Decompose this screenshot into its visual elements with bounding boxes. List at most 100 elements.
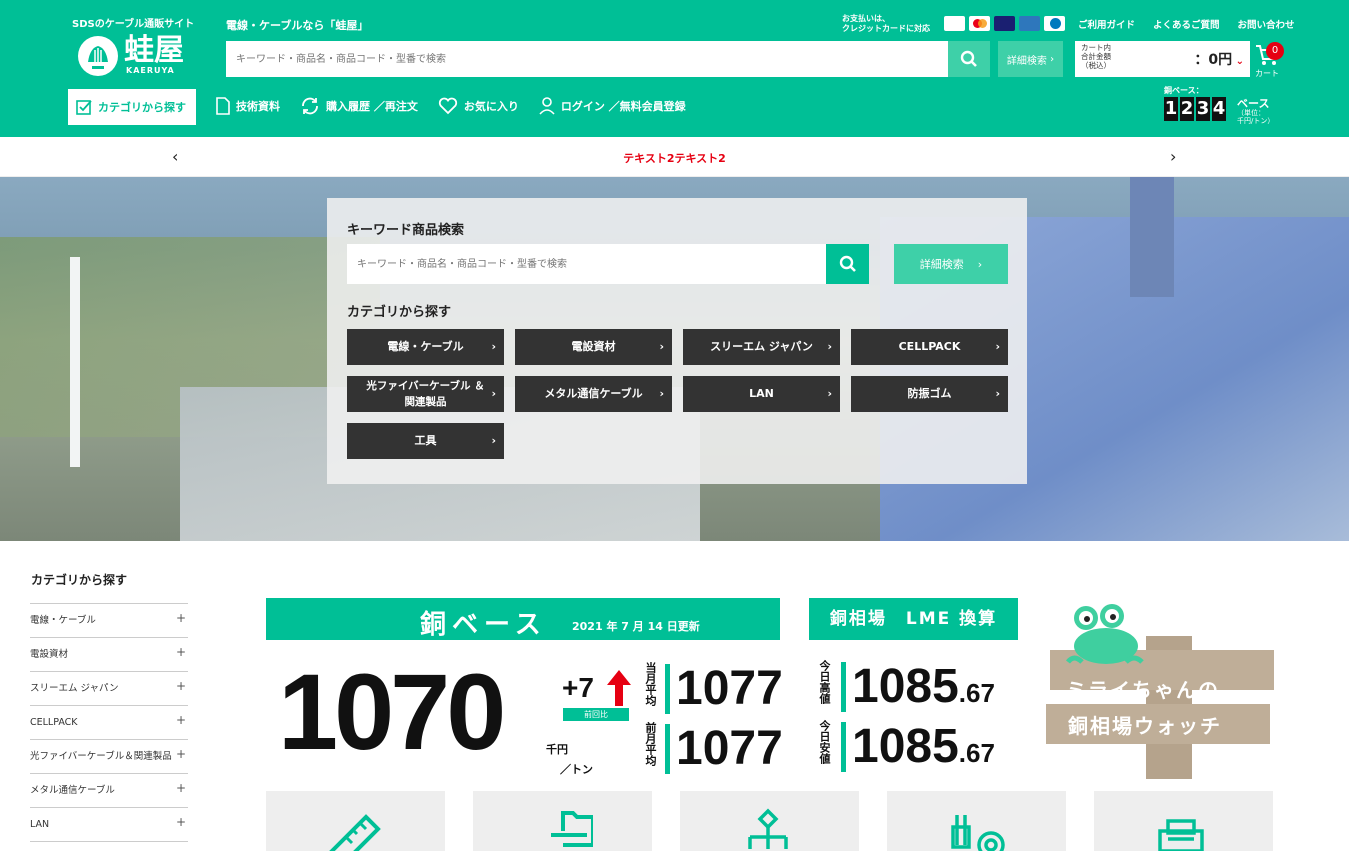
copper-base-mini-label: 銅ベース： xyxy=(1164,86,1204,95)
logo-tagline: SDSのケーブル通販サイト xyxy=(72,19,195,30)
site-logo[interactable]: 蛙屋 KAERUYA xyxy=(78,34,188,78)
plus-icon[interactable]: + xyxy=(176,611,186,625)
sidebar-item-label: LAN xyxy=(30,819,50,830)
last-month-avg-label: 前月平均 xyxy=(644,722,657,766)
category-button[interactable]: スリーエム ジャパン › xyxy=(683,329,840,365)
lme-title: 銅相場 LME 換算 xyxy=(809,598,1018,640)
category-button[interactable]: CELLPACK › xyxy=(851,329,1008,365)
category-button[interactable]: 光ファイバーケーブル ＆関連製品 › xyxy=(347,376,504,412)
cart-amount: ：0円 ⌄ xyxy=(1194,49,1244,69)
nav-login[interactable]: ログイン ／無料会員登録 xyxy=(539,96,686,116)
plus-icon[interactable]: + xyxy=(176,679,186,693)
notice-bar: ‹ テキスト2テキスト2 › xyxy=(0,137,1349,177)
stat-bar xyxy=(665,664,670,714)
today-low-value: 1085.67 xyxy=(852,722,995,778)
chevron-right-icon: › xyxy=(491,434,496,447)
plus-icon[interactable]: + xyxy=(176,747,186,761)
sidebar-item[interactable]: CELLPACK + xyxy=(30,706,188,740)
detail-search-label: 詳細検索 xyxy=(1006,55,1047,67)
mirai-copper-watch-banner[interactable]: ミライちゃんの 銅相場ウォッチ xyxy=(1046,604,1274,779)
sidebar-item[interactable]: LAN + xyxy=(30,808,188,842)
category-button[interactable]: 電設資材 › xyxy=(515,329,672,365)
feature-tile[interactable] xyxy=(473,791,652,851)
copper-digit: 2 xyxy=(1180,97,1194,121)
sidebar-item[interactable]: スリーエム ジャパン + xyxy=(30,672,188,706)
category-button-label: 電線・ケーブル xyxy=(387,340,464,353)
sidebar-item[interactable]: 電線・ケーブル + xyxy=(30,604,188,638)
search-icon xyxy=(960,50,977,67)
copper-unit-2: 千円/トン） xyxy=(1237,117,1275,125)
frog-mascot-icon xyxy=(1066,604,1144,664)
folders-icon xyxy=(551,811,593,847)
category-button[interactable]: 防振ゴム › xyxy=(851,376,1008,412)
hero-tower-image xyxy=(1130,177,1174,297)
keyword-search-title: キーワード商品検索 xyxy=(347,223,465,238)
header-search-button[interactable] xyxy=(948,41,990,77)
chevron-right-icon: › xyxy=(491,387,496,400)
this-month-avg-value: 1077 xyxy=(676,662,783,715)
hero-search-button[interactable] xyxy=(826,244,869,284)
notice-text[interactable]: テキスト2テキスト2 xyxy=(0,150,1349,166)
copper-base-unit-2: ／トン xyxy=(560,763,593,776)
copper-unit-1: （単位： xyxy=(1237,109,1265,117)
search-icon xyxy=(839,255,856,272)
sidebar-item[interactable]: メタル通信ケーブル + xyxy=(30,774,188,808)
guide-link[interactable]: ご利用ガイド xyxy=(1078,17,1135,31)
today-high-int: 1085 xyxy=(852,660,959,713)
stat-bar xyxy=(665,724,670,774)
nav-category-button[interactable]: カテゴリから探す xyxy=(68,89,196,125)
category-button[interactable]: 電線・ケーブル › xyxy=(347,329,504,365)
plus-icon[interactable]: + xyxy=(176,815,186,829)
hero-search-input[interactable] xyxy=(347,244,826,284)
faq-link[interactable]: よくあるご質問 xyxy=(1153,17,1220,31)
refresh-icon xyxy=(302,97,318,115)
chevron-down-icon: ⌄ xyxy=(1232,56,1244,67)
category-button[interactable]: 工具 › xyxy=(347,423,504,459)
nav-tech-docs[interactable]: 技術資料 xyxy=(216,96,280,116)
feature-tiles xyxy=(266,791,1273,851)
plus-icon[interactable]: + xyxy=(176,645,186,659)
contact-link[interactable]: お問い合わせ xyxy=(1238,17,1295,31)
logo-name: 蛙屋 xyxy=(124,33,184,68)
category-button[interactable]: メタル通信ケーブル › xyxy=(515,376,672,412)
header-detail-search-button[interactable]: 詳細検索 › xyxy=(998,41,1063,77)
copper-base-title: 銅ベース xyxy=(420,610,547,640)
cart-label-2: 合計金額 xyxy=(1081,52,1111,61)
cart-label-1: カート内 xyxy=(1081,43,1111,52)
nav-favorites[interactable]: お気に入り xyxy=(438,96,519,116)
cart-total-box[interactable]: カート内 合計金額 （税込） ：0円 ⌄ xyxy=(1075,41,1250,77)
feature-tile[interactable] xyxy=(266,791,445,851)
today-high-label: 今日高値 xyxy=(818,660,831,704)
plus-icon[interactable]: + xyxy=(176,713,186,727)
plus-icon[interactable]: + xyxy=(176,781,186,795)
feature-tile[interactable] xyxy=(1094,791,1273,851)
category-button[interactable]: LAN › xyxy=(683,376,840,412)
feature-tile[interactable] xyxy=(680,791,859,851)
copper-digit: 1 xyxy=(1164,97,1178,121)
cart-total-label: カート内 合計金額 （税込） xyxy=(1081,43,1141,70)
checkbox-icon xyxy=(76,100,92,115)
visa-card-icon xyxy=(994,16,1015,31)
copper-base-mini-digits: 1 2 3 4 xyxy=(1164,97,1226,121)
sidebar-item[interactable]: 電設資材 + xyxy=(30,638,188,672)
today-low-label: 今日安値 xyxy=(818,720,831,764)
sidebar-item[interactable]: 光ファイバーケーブル＆関連製品 + xyxy=(30,740,188,774)
header-search-input[interactable] xyxy=(226,41,948,77)
nav-order-history[interactable]: 購入履歴 ／再注文 xyxy=(300,96,418,116)
chevron-right-icon[interactable]: › xyxy=(1170,147,1176,166)
category-search-title: カテゴリから探す xyxy=(347,305,452,320)
chevron-right-icon: › xyxy=(659,340,664,353)
chevron-right-icon: › xyxy=(995,340,1000,353)
copper-base-unit-1: 千円 xyxy=(546,743,568,756)
sidebar-title: カテゴリから探す xyxy=(31,573,128,587)
feature-tile[interactable] xyxy=(887,791,1066,851)
nav-login-label: ログイン ／無料会員登録 xyxy=(560,100,686,113)
diners-card-icon xyxy=(1044,16,1065,31)
hero-detail-search-button[interactable]: 詳細検索 › xyxy=(894,244,1008,284)
hero-detail-search-label: 詳細検索 xyxy=(919,258,964,271)
chevron-right-icon: › xyxy=(659,387,664,400)
stat-bar xyxy=(841,722,846,772)
sidebar-item-label: メタル通信ケーブル xyxy=(30,785,115,796)
arrow-up-icon xyxy=(607,670,631,706)
mirai-line-2: 銅相場ウォッチ xyxy=(1068,714,1222,738)
